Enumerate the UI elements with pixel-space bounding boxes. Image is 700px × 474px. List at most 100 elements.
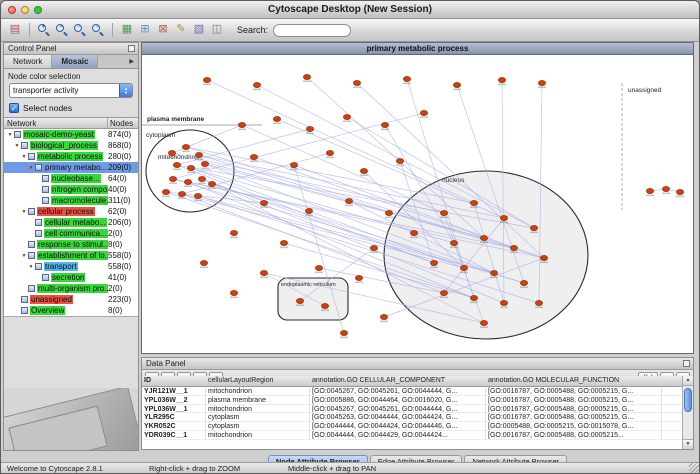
create-network-icon[interactable]: ⊞ xyxy=(137,22,153,38)
graph-node[interactable] xyxy=(305,208,312,213)
node-color-dropdown[interactable]: transporter activity ▲▼ xyxy=(9,83,133,98)
tree-row[interactable]: response to stimul...8(0) xyxy=(4,239,138,250)
zoom-out-icon[interactable]: − xyxy=(54,22,70,38)
graph-node[interactable] xyxy=(500,215,507,220)
graph-node[interactable] xyxy=(480,235,487,240)
tree-row[interactable]: ▼establishment of lo...558(0) xyxy=(4,250,138,261)
tree-row[interactable]: cell communica...2(0) xyxy=(4,228,138,239)
tree-row[interactable]: macromolecule...311(0) xyxy=(4,195,138,206)
tab-scroll-right-icon[interactable]: ▶ xyxy=(125,55,138,68)
column-header-cellular-component[interactable]: annotation.GO CELLULAR_COMPONENT xyxy=(310,376,486,386)
graph-node[interactable] xyxy=(198,176,205,181)
scroll-up-icon[interactable]: ▲ xyxy=(683,376,693,386)
graph-node[interactable] xyxy=(450,240,457,245)
close-window-button[interactable] xyxy=(8,6,16,14)
tree-row[interactable]: ▼metabolic process280(0) xyxy=(4,151,138,162)
graph-node[interactable] xyxy=(315,265,322,270)
graph-node[interactable] xyxy=(520,280,527,285)
graph-node[interactable] xyxy=(380,314,387,319)
tree-expander-icon[interactable]: ▼ xyxy=(13,143,21,149)
graph-node[interactable] xyxy=(201,161,208,166)
destroy-network-icon[interactable]: ⊠ xyxy=(155,22,171,38)
tree-row[interactable]: secretion41(0) xyxy=(4,272,138,283)
graph-node[interactable] xyxy=(194,193,201,198)
zoom-window-button[interactable] xyxy=(34,6,42,14)
graph-node[interactable] xyxy=(168,150,175,155)
graph-node[interactable] xyxy=(381,122,388,127)
scroll-down-icon[interactable]: ▼ xyxy=(683,439,693,449)
graph-node[interactable] xyxy=(173,162,180,167)
graph-node[interactable] xyxy=(187,165,194,170)
graph-node[interactable] xyxy=(662,186,669,191)
table-row[interactable]: YJR121W__1mitochondrion[GO:0045267, GO:0… xyxy=(142,387,682,396)
graph-node[interactable] xyxy=(440,210,447,215)
graph-node[interactable] xyxy=(273,116,280,121)
zoom-in-icon[interactable]: + xyxy=(36,22,52,38)
graph-node[interactable] xyxy=(470,295,477,300)
graph-node[interactable] xyxy=(538,80,545,85)
table-row[interactable]: YDR039C__1mitochondrion[GO:0044444, GO:0… xyxy=(142,431,682,440)
graph-node[interactable] xyxy=(280,240,287,245)
tree-expander-icon[interactable]: ▼ xyxy=(27,264,35,270)
table-scrollbar[interactable]: ▲ ▼ xyxy=(682,376,693,449)
select-nodes-checkbox[interactable]: ✓ xyxy=(9,103,19,113)
column-header-region[interactable]: cellularLayoutRegion xyxy=(206,376,310,386)
table-row[interactable]: YLR295Ccytoplasm[GO:0045263, GO:0044444,… xyxy=(142,413,682,422)
tab-mosaic[interactable]: Mosaic xyxy=(52,55,98,68)
zoom-selected-icon[interactable]: ◦ xyxy=(72,22,88,38)
graph-node[interactable] xyxy=(306,126,313,131)
tree-row[interactable]: unassigned223(0) xyxy=(4,294,138,305)
graph-node[interactable] xyxy=(535,300,542,305)
graph-node[interactable] xyxy=(296,298,303,303)
graph-node[interactable] xyxy=(238,122,245,127)
tree-expander-icon[interactable]: ▼ xyxy=(20,253,28,259)
graph-node[interactable] xyxy=(460,265,467,270)
table-row[interactable]: YPL036W__2plasma membrane[GO:0005886, GO… xyxy=(142,396,682,405)
graph-node[interactable] xyxy=(353,80,360,85)
graph-node[interactable] xyxy=(195,152,202,157)
graph-node[interactable] xyxy=(184,179,191,184)
search-input[interactable] xyxy=(273,24,351,37)
graph-node[interactable] xyxy=(345,198,352,203)
column-header-id[interactable]: ID xyxy=(142,376,206,386)
plugins-icon[interactable]: ◫ xyxy=(209,22,225,38)
graph-node[interactable] xyxy=(303,74,310,79)
graph-node[interactable] xyxy=(430,260,437,265)
save-session-icon[interactable]: ▤ xyxy=(7,22,23,38)
resize-grip[interactable] xyxy=(689,463,699,473)
graph-node[interactable] xyxy=(326,150,333,155)
graph-node[interactable] xyxy=(208,181,215,186)
graph-node[interactable] xyxy=(490,270,497,275)
tree-row[interactable]: nucleobase...64(0) xyxy=(4,173,138,184)
graph-node[interactable] xyxy=(440,290,447,295)
graph-node[interactable] xyxy=(453,82,460,87)
graph-node[interactable] xyxy=(370,245,377,250)
graph-node[interactable] xyxy=(646,188,653,193)
tree-expander-icon[interactable]: ▼ xyxy=(20,154,28,160)
tree-row[interactable]: nitrogen compo...40(0) xyxy=(4,184,138,195)
graph-node[interactable] xyxy=(169,176,176,181)
tree-row[interactable]: ▼biological_process868(0) xyxy=(4,140,138,151)
annotation-icon[interactable]: ✎ xyxy=(173,22,189,38)
tree-row[interactable]: Overview8(0) xyxy=(4,305,138,316)
zoom-fit-icon[interactable]: ▫ xyxy=(90,22,106,38)
graph-node[interactable] xyxy=(250,154,257,159)
graph-node[interactable] xyxy=(360,168,367,173)
graph-node[interactable] xyxy=(355,275,362,280)
graph-node[interactable] xyxy=(343,114,350,119)
graph-node[interactable] xyxy=(540,255,547,260)
graph-node[interactable] xyxy=(530,225,537,230)
table-row[interactable]: YPL036W__1mitochondrion[GO:0045267, GO:0… xyxy=(142,405,682,414)
graph-node[interactable] xyxy=(403,76,410,81)
tree-row[interactable]: ▼mosaic-demo-yeast874(0) xyxy=(4,129,138,140)
network-overview-icon[interactable]: ▦ xyxy=(119,22,135,38)
tree-expander-icon[interactable]: ▼ xyxy=(6,132,14,138)
tree-expander-icon[interactable]: ▼ xyxy=(27,165,35,171)
graph-node[interactable] xyxy=(203,77,210,82)
graph-node[interactable] xyxy=(385,210,392,215)
float-panel-icon[interactable] xyxy=(128,45,135,52)
column-header-molecular-function[interactable]: annotation.GO MOLECULAR_FUNCTION xyxy=(486,376,662,386)
graph-node[interactable] xyxy=(510,245,517,250)
graph-node[interactable] xyxy=(480,320,487,325)
tab-network[interactable]: Network xyxy=(4,55,52,68)
